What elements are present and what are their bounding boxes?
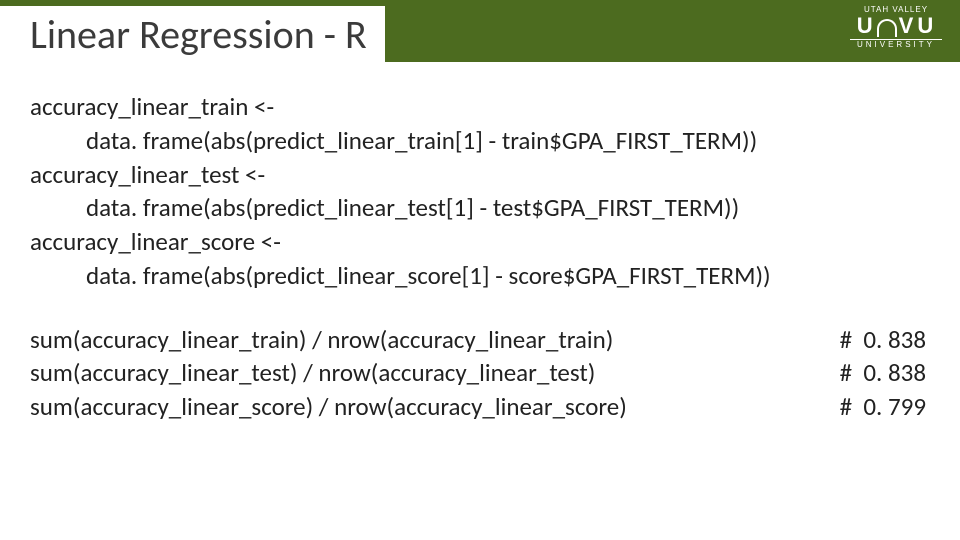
code-left: sum(accuracy_linear_score) / nrow(accura…: [30, 390, 627, 424]
code-line: data. frame(abs(predict_linear_score[1] …: [30, 259, 930, 293]
code-comment: # 0. 838: [840, 356, 930, 390]
logo-letter-u2: U: [917, 15, 935, 37]
code-line: accuracy_linear_test <-: [30, 158, 930, 192]
logo-bottom-text: UNIVERSITY: [846, 41, 946, 49]
slide-body: accuracy_linear_train <- data. frame(abs…: [0, 62, 960, 424]
code-row: sum(accuracy_linear_test) / nrow(accurac…: [30, 356, 930, 390]
code-line: data. frame(abs(predict_linear_train[1] …: [30, 124, 930, 158]
logo-letter-v: V: [899, 15, 916, 37]
code-row: sum(accuracy_linear_score) / nrow(accura…: [30, 390, 930, 424]
logo-arch-icon: [877, 19, 897, 37]
code-line: accuracy_linear_train <-: [30, 90, 930, 124]
title-container: Linear Regression - R: [0, 6, 385, 62]
code-line: data. frame(abs(predict_linear_test[1] -…: [30, 191, 930, 225]
code-comment: # 0. 799: [840, 390, 930, 424]
logo-letter-u: U: [857, 15, 875, 37]
uvu-logo: UTAH VALLEY U V U UNIVERSITY: [846, 6, 946, 56]
blank-line: [30, 293, 930, 323]
code-left: sum(accuracy_linear_test) / nrow(accurac…: [30, 356, 595, 390]
code-left: sum(accuracy_linear_train) / nrow(accura…: [30, 323, 613, 357]
slide-header: Linear Regression - R UTAH VALLEY U V U …: [0, 0, 960, 62]
code-comment: # 0. 838: [840, 323, 930, 357]
logo-mark: U V U: [846, 15, 946, 37]
code-line: accuracy_linear_score <-: [30, 225, 930, 259]
code-row: sum(accuracy_linear_train) / nrow(accura…: [30, 323, 930, 357]
slide-title: Linear Regression - R: [30, 10, 367, 59]
